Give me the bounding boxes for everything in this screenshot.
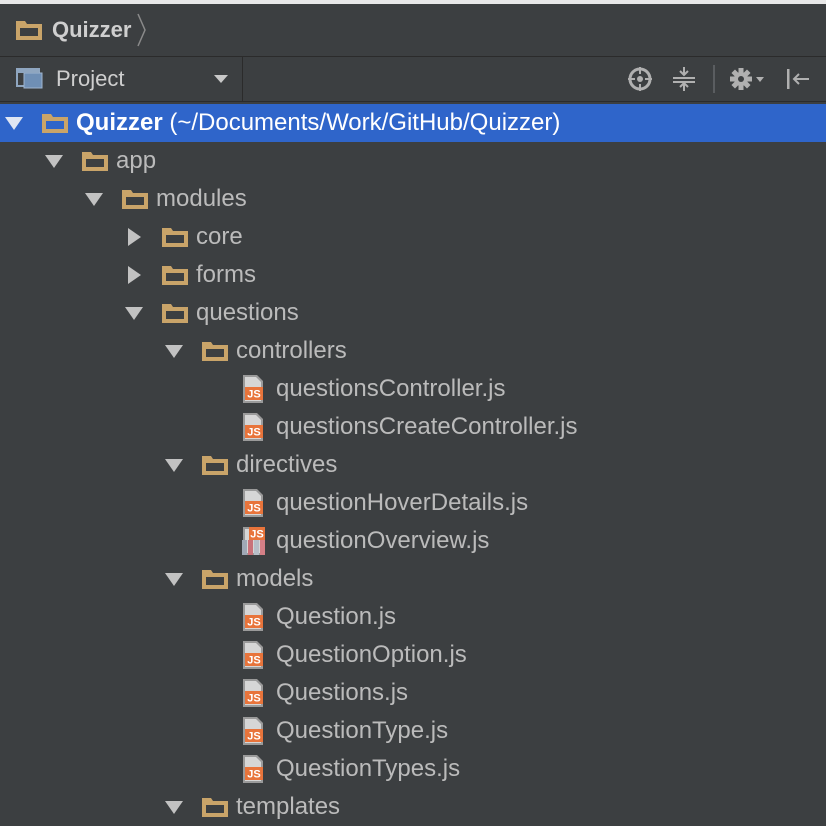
breadcrumb[interactable]: Quizzer — [14, 13, 147, 47]
tree-file-row[interactable]: JS questionsController.js — [0, 370, 826, 408]
tree-folder-row[interactable]: controllers — [0, 332, 826, 370]
tree-folder-row[interactable]: app — [0, 142, 826, 180]
breadcrumb-label: Quizzer — [52, 17, 132, 42]
tree-item-label: QuestionTypes.js — [276, 755, 461, 782]
tool-window-header: Project — [0, 57, 826, 102]
js-file-icon: JS — [243, 755, 263, 783]
tree-item-label: QuestionType.js — [276, 717, 449, 744]
folder-icon — [162, 266, 188, 285]
svg-text:JS: JS — [247, 427, 260, 439]
svg-text:JS: JS — [250, 529, 263, 541]
js-file-icon: JS — [243, 375, 263, 403]
tree-file-row[interactable]: JS Questions.js — [0, 674, 826, 712]
folder-icon — [122, 190, 148, 209]
svg-text:JS: JS — [247, 655, 260, 667]
tree-file-row[interactable]: JS Question.js — [0, 598, 826, 636]
tree-folder-row[interactable]: Quizzer (~/Documents/Work/GitHub/Quizzer… — [0, 104, 826, 142]
js-file-icon: JS — [243, 489, 263, 517]
expand-arrow-down-icon[interactable] — [124, 303, 144, 323]
js-file-icon: JS — [243, 603, 263, 631]
expand-arrow-down-icon[interactable] — [164, 341, 184, 361]
hide-panel-icon[interactable] — [783, 64, 813, 94]
tree-item-label: questions — [196, 299, 299, 326]
folder-icon — [42, 114, 68, 133]
tree-item-label: QuestionOption.js — [276, 641, 467, 668]
folder-icon — [202, 798, 228, 817]
tree-item-label: questionHoverDetails.js — [276, 489, 529, 516]
collapse-all-icon[interactable] — [669, 64, 699, 94]
tree-folder-row[interactable]: core — [0, 218, 826, 256]
navigation-bar: Quizzer — [0, 4, 826, 57]
expand-arrow-down-icon[interactable] — [164, 455, 184, 475]
tree-item-label: core — [196, 223, 243, 250]
expand-arrow-right-icon[interactable] — [124, 265, 144, 285]
svg-text:JS: JS — [247, 731, 260, 743]
tree-file-row[interactable]: JS questionsCreateController.js — [0, 408, 826, 446]
tree-folder-row[interactable]: models — [0, 560, 826, 598]
tree-file-row[interactable]: JS questionHoverDetails.js — [0, 484, 826, 522]
tree-item-label: Question.js — [276, 603, 397, 630]
svg-text:JS: JS — [247, 769, 260, 781]
js-file-icon: JS — [243, 641, 263, 669]
tree-item-label: forms — [196, 261, 256, 288]
tree-file-row[interactable]: JS QuestionType.js — [0, 712, 826, 750]
folder-icon — [202, 456, 228, 475]
tree-root-label: Quizzer (~/Documents/Work/GitHub/Quizzer… — [76, 109, 560, 137]
folder-icon — [16, 21, 42, 40]
tree-item-label: models — [236, 565, 314, 592]
tree-item-label: app — [116, 147, 157, 174]
tree-item-label: controllers — [236, 337, 347, 364]
project-view-icon — [16, 68, 43, 89]
expand-arrow-down-icon[interactable] — [4, 113, 24, 133]
tree-item-label: questionOverview.js — [276, 527, 490, 554]
view-selector[interactable]: Project — [0, 57, 243, 101]
tree-item-label: modules — [156, 185, 247, 212]
chevron-down-icon — [214, 75, 228, 83]
js-file-modified-icon: JS — [242, 527, 265, 555]
tree-item-label: templates — [236, 793, 341, 820]
folder-icon — [162, 228, 188, 247]
tree-item-label: directives — [236, 451, 338, 478]
tree-file-row[interactable]: JS questionOverview.js — [0, 522, 826, 560]
tree-folder-row[interactable]: directives — [0, 446, 826, 484]
expand-arrow-down-icon[interactable] — [44, 151, 64, 171]
svg-text:JS: JS — [247, 617, 260, 629]
folder-icon — [202, 570, 228, 589]
tree-folder-row[interactable]: forms — [0, 256, 826, 294]
expand-arrow-down-icon[interactable] — [164, 797, 184, 817]
expand-arrow-down-icon[interactable] — [164, 569, 184, 589]
svg-text:JS: JS — [247, 389, 260, 401]
breadcrumb-separator-icon — [137, 13, 147, 47]
tree-file-row[interactable]: JS QuestionTypes.js — [0, 750, 826, 788]
tree-folder-row[interactable]: modules — [0, 180, 826, 218]
scroll-from-source-icon[interactable] — [625, 64, 655, 94]
tree-item-label: questionsCreateController.js — [276, 413, 578, 440]
js-file-icon: JS — [243, 717, 263, 745]
js-file-icon: JS — [243, 679, 263, 707]
tree-folder-row[interactable]: templates — [0, 788, 826, 826]
expand-arrow-right-icon[interactable] — [124, 227, 144, 247]
js-file-icon: JS — [243, 413, 263, 441]
tree-item-label: Questions.js — [276, 679, 409, 706]
view-selector-label: Project — [56, 66, 125, 91]
folder-icon — [82, 152, 108, 171]
gear-icon[interactable] — [727, 64, 771, 94]
tree-item-label: questionsController.js — [276, 375, 506, 402]
project-path-label: (~/Documents/Work/GitHub/Quizzer) — [162, 109, 561, 136]
svg-text:JS: JS — [247, 503, 260, 515]
toolbar-separator — [713, 65, 715, 93]
tree-item-label: Quizzer — [76, 109, 163, 136]
folder-icon — [162, 304, 188, 323]
folder-icon — [202, 342, 228, 361]
tree-folder-row[interactable]: questions — [0, 294, 826, 332]
svg-text:JS: JS — [247, 693, 260, 705]
expand-arrow-down-icon[interactable] — [84, 189, 104, 209]
tree-file-row[interactable]: JS QuestionOption.js — [0, 636, 826, 674]
